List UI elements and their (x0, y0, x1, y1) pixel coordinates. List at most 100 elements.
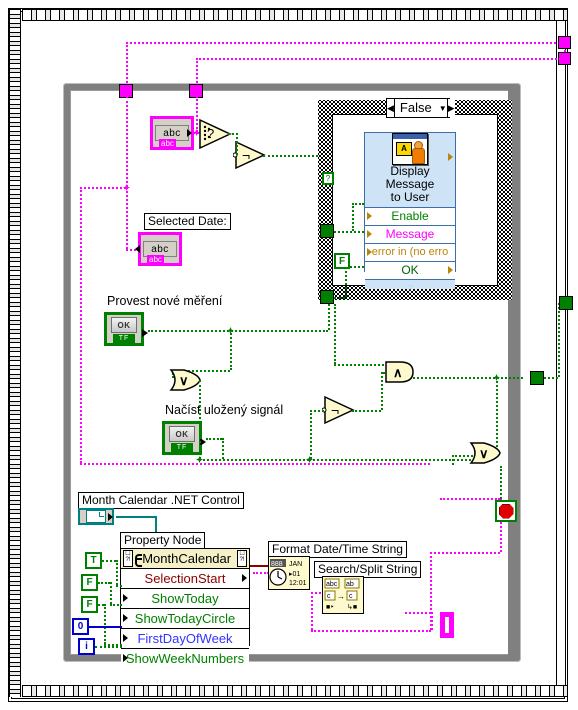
property-row-showtoday[interactable]: ShowToday (121, 589, 249, 609)
subvi-expand-footer[interactable]: ☟ (365, 279, 455, 294)
showweeknumbers-input-tick (123, 654, 128, 662)
wire-string-bottom-run (80, 463, 430, 465)
svg-text:ab: ab (346, 581, 354, 588)
wire-bool-empty-to-not-b (236, 133, 238, 155)
display-message-to-user-subvi[interactable]: A Display Message to User Enable Message… (364, 132, 456, 294)
string-control-top[interactable]: abc abc (150, 116, 194, 150)
block-diagram-canvas: abc abc Selected Date: abc abc ? ¬ ◀ Fal… (0, 0, 578, 710)
nacist-mech-tf: TF (171, 443, 193, 452)
constant-false-1[interactable]: F (81, 574, 98, 591)
case-selector-terminal[interactable]: ? (322, 172, 334, 185)
constant-true[interactable]: T (85, 552, 102, 569)
refnum-output-nub (108, 512, 113, 521)
and-primitive-icon[interactable]: ∧ (383, 360, 415, 384)
wire-bool-tunnel-right-b (558, 303, 560, 377)
wire-bool-nacist-out-b (222, 438, 224, 459)
tunnel-bool-case-left[interactable] (320, 224, 334, 238)
wire-string-down-left (126, 96, 128, 187)
showtodaycircle-input-tick (123, 614, 128, 622)
wire-bool-enable-up (352, 203, 354, 231)
property-node-monthcalendar[interactable]: ☐?! MonthCalendar ☐?! SelectionStart Sho… (120, 548, 250, 668)
tunnel-string-right-2[interactable] (558, 52, 571, 65)
or-primitive-2-icon[interactable]: ∨ (468, 440, 502, 466)
string-indicator-terminal[interactable] (440, 612, 454, 638)
svg-text:∨: ∨ (479, 446, 489, 461)
case-prev-arrow[interactable]: ◀ (387, 99, 395, 117)
property-row-showweeknumbers[interactable]: ShowWeekNumbers (121, 649, 249, 668)
stop-button[interactable] (495, 500, 517, 522)
boolean-nacist-ulozeny-signal[interactable]: OK TF (162, 421, 206, 455)
wire-const-i-a (95, 646, 122, 648)
error-in-tick (367, 248, 372, 256)
constant-false-case[interactable]: F (334, 253, 350, 269)
string-control-top-output-nub (187, 129, 192, 137)
property-row-firstdayofweek[interactable]: FirstDayOfWeek (121, 629, 249, 649)
wire-const-true-b (116, 560, 118, 585)
display-message-icon-wrap: A (365, 133, 455, 165)
constant-i[interactable]: i (78, 638, 95, 655)
month-calendar-refnum-label: Month Calendar .NET Control (78, 492, 244, 509)
wire-string-search-out-a (311, 592, 313, 630)
tunnel-bool-right-1[interactable] (530, 371, 544, 385)
wire-string-search-out-e (405, 612, 431, 614)
wire-string-search-out-c (311, 630, 431, 632)
subvi-terminal-ok[interactable]: OK (365, 261, 455, 279)
month-calendar-net-refnum[interactable] (78, 508, 114, 525)
property-row-showtodaycircle[interactable]: ShowTodayCircle (121, 609, 249, 629)
wire-bool-and-in-top-v (334, 304, 336, 364)
case-selector-label[interactable]: ◀ False ▼ ▶ (386, 98, 455, 118)
case-next-arrow[interactable]: ▶ (446, 99, 455, 117)
wire-bool-provest-up-to-case (328, 304, 330, 330)
property-row-selectionstart[interactable]: SelectionStart (121, 569, 249, 589)
wire-const-true-c (116, 585, 122, 587)
wire-const-f1-c (110, 604, 122, 606)
tunnel-bool-case-bottom-left[interactable] (320, 290, 334, 304)
search-split-string-icon[interactable]: abc ab c → c ■‣ ↳■ (322, 576, 364, 614)
selected-date-tag: abc (147, 255, 164, 264)
svg-text:c: c (327, 593, 331, 600)
subvi-terminal-message[interactable]: Message (365, 225, 455, 243)
selected-date-terminal[interactable]: abc abc (135, 232, 182, 266)
firstdayofweek-input-tick (123, 634, 128, 642)
constant-false-2[interactable]: F (81, 596, 98, 613)
svg-text:c: c (349, 593, 353, 600)
tunnel-bool-outer-right[interactable] (559, 296, 573, 310)
message-input-tick (367, 230, 372, 238)
wire-bool-bottom-bus (309, 459, 471, 461)
wire-bool-to-not2-v (310, 410, 312, 459)
selected-date-input-nub (135, 245, 140, 253)
or-primitive-1-icon[interactable]: ∨ (168, 368, 202, 392)
not-primitive-1-icon[interactable]: ¬ (233, 140, 267, 170)
svg-text:abc: abc (326, 581, 338, 588)
wire-bool-ok-down (345, 266, 347, 297)
boolean-provest-nove-mereni[interactable]: OK TF (104, 312, 148, 346)
chevron-down-icon[interactable]: ▼ (439, 104, 447, 113)
wire-bool-not2-out-a (352, 410, 381, 412)
subvi-terminal-enable[interactable]: Enable (365, 207, 455, 225)
svg-text:∨: ∨ (179, 373, 189, 388)
property-selectionstart-label: SelectionStart (144, 571, 226, 586)
wire-string-left-down (126, 42, 128, 90)
svg-text:∧: ∧ (393, 365, 403, 380)
subvi-error-in-label: error in (no erro (371, 246, 449, 258)
wire-string-upper-tie (440, 498, 500, 500)
boolean-provest-label: Provest nové měření (107, 294, 223, 308)
wire-bool-or1-out-c (199, 459, 309, 461)
wire-bool-provest-out (148, 330, 328, 332)
boolean-nacist-label: Načíst uložený signál (165, 403, 284, 417)
subvi-terminal-error-in[interactable]: error in (no erro (365, 243, 455, 261)
svg-text:JAN: JAN (289, 561, 302, 568)
constant-zero[interactable]: 0 (72, 618, 89, 635)
svg-text:¬: ¬ (331, 402, 339, 418)
ok-output-tick (448, 266, 453, 274)
wire-bool-tunnel-to-message (334, 231, 364, 233)
empty-string-path-icon[interactable]: ? (198, 118, 232, 150)
format-datetime-icon[interactable]: 888 JAN ▸01 12:01 (268, 556, 310, 590)
tunnel-string-right-1[interactable] (558, 36, 571, 49)
icon-person-body (412, 148, 425, 164)
subvi-message-label: Message (385, 227, 435, 241)
wire-string-search-right-top (430, 552, 500, 554)
not-primitive-2-icon[interactable]: ¬ (322, 395, 356, 425)
wire-bool-to-not2 (310, 410, 324, 412)
property-node-ref-icon-right: ☐?! (237, 550, 247, 567)
